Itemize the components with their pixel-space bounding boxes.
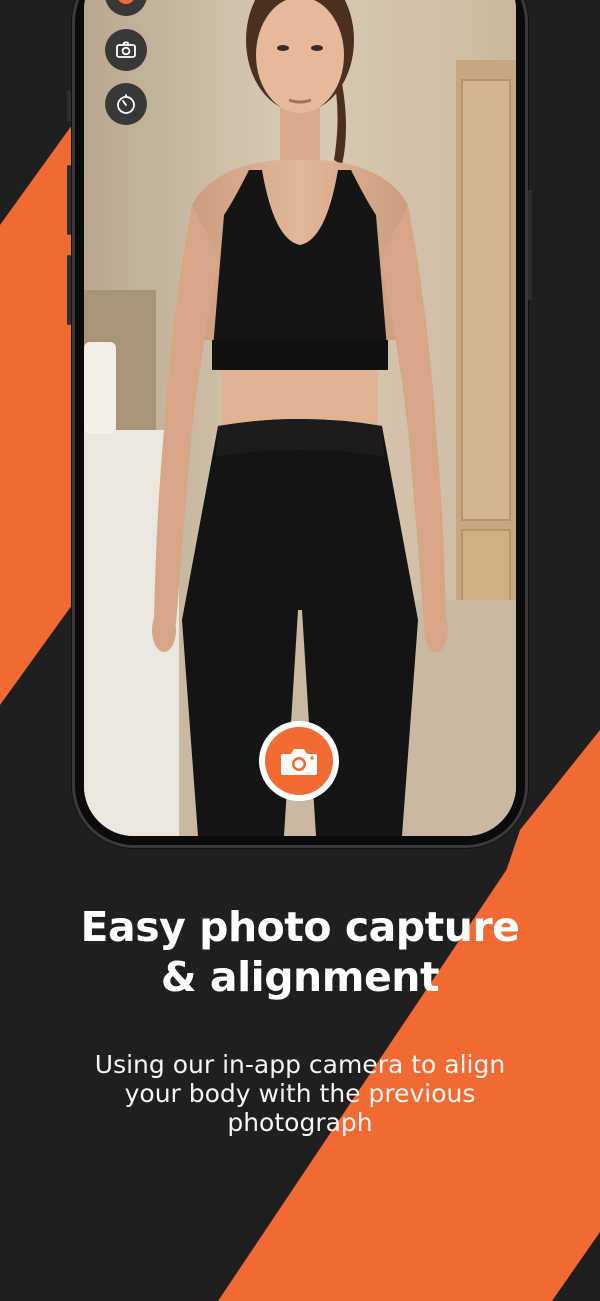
- camera-preview-image: [84, 0, 516, 836]
- shutter-button[interactable]: [259, 721, 339, 801]
- timer-icon: [117, 94, 135, 114]
- camera-viewfinder: [84, 0, 516, 836]
- shutter-inner: [265, 727, 333, 795]
- timer-button[interactable]: [105, 83, 147, 125]
- phone-volume-down-button: [67, 255, 71, 325]
- phone-side-button: [67, 90, 71, 122]
- headline: Easy photo capture & alignment: [0, 902, 600, 1002]
- description-line-1: Using our in-app camera to align: [94, 1050, 506, 1079]
- switch-camera-icon: [116, 41, 136, 58]
- description-line-3: photograph: [227, 1108, 373, 1137]
- phone-volume-up-button: [67, 165, 71, 235]
- camera-icon: [281, 749, 317, 775]
- switch-camera-button[interactable]: [105, 29, 147, 71]
- description-line-2: your body with the previous: [124, 1079, 476, 1108]
- description: Using our in-app camera to align your bo…: [60, 1050, 540, 1137]
- headline-line-1: Easy photo capture: [80, 903, 520, 951]
- flash-icon: [118, 0, 134, 4]
- phone-power-button: [528, 190, 532, 300]
- headline-line-2: & alignment: [160, 953, 440, 1001]
